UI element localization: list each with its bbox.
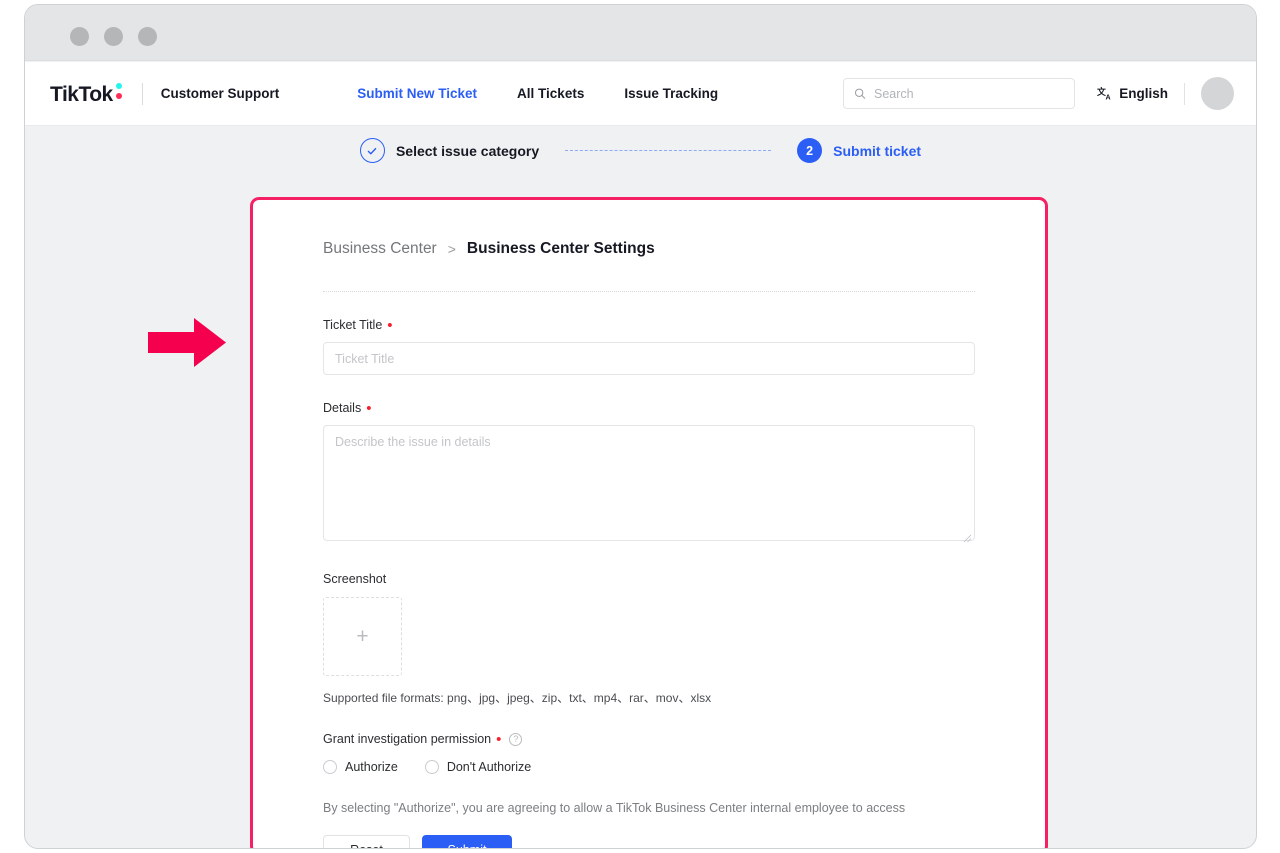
step-submit-ticket[interactable]: 2 Submit ticket xyxy=(797,138,921,163)
supported-formats-note: Supported file formats: png、jpg、jpeg、zip… xyxy=(323,691,712,705)
ticket-title-input[interactable] xyxy=(323,342,975,375)
reset-button[interactable]: Reset xyxy=(323,834,410,848)
screenshot-upload-button[interactable]: + xyxy=(323,597,402,676)
radio-authorize-label: Authorize xyxy=(345,760,398,774)
permission-label: Grant investigation permission xyxy=(323,732,492,746)
translate-icon: 文 A xyxy=(1097,86,1111,101)
field-ticket-title: Ticket Title • xyxy=(323,318,975,375)
check-icon xyxy=(368,147,377,154)
avatar[interactable] xyxy=(1201,77,1234,110)
progress-stepper: Select issue category 2 Submit ticket xyxy=(25,138,1256,163)
step-select-issue-category[interactable]: Select issue category xyxy=(359,138,540,163)
svg-text:A: A xyxy=(1106,93,1111,101)
plus-icon: + xyxy=(356,624,369,648)
window-close-dot[interactable] xyxy=(70,27,89,46)
nav-right-divider xyxy=(1184,82,1185,105)
field-grant-permission: Grant investigation permission • ? Autho… xyxy=(323,732,975,818)
details-label-row: Details • xyxy=(323,400,975,418)
nav-links: Submit New Ticket All Tickets Issue Trac… xyxy=(357,86,718,101)
permission-radio-group: Authorize Don't Authorize xyxy=(323,760,975,774)
search-input[interactable] xyxy=(874,86,1065,101)
section-divider xyxy=(323,291,975,292)
annotation-arrow-icon xyxy=(148,318,226,367)
step-1-label: Select issue category xyxy=(395,142,540,159)
radio-dont-authorize-label: Don't Authorize xyxy=(446,760,532,774)
stepper-connector-line xyxy=(565,150,772,151)
step-2-number: 2 xyxy=(797,138,823,163)
nav-divider xyxy=(141,82,143,105)
nav-item-all-tickets[interactable]: All Tickets xyxy=(517,86,584,101)
search-icon xyxy=(855,88,866,99)
nav-item-issue-tracking[interactable]: Issue Tracking xyxy=(624,86,718,101)
permission-required-mark: • xyxy=(496,731,502,749)
screenshot-label-row: Screenshot xyxy=(323,572,975,586)
app-top-navigation: TikTok Customer Support Submit New Ticke… xyxy=(25,62,1256,126)
consent-text: By selecting "Authorize", you are agreei… xyxy=(323,801,906,815)
radio-authorize-circle xyxy=(323,760,337,774)
field-details: Details • xyxy=(323,401,975,546)
details-textarea[interactable] xyxy=(323,425,975,541)
brand-wordmark: TikTok xyxy=(50,82,113,106)
breadcrumb-current: Business Center Settings xyxy=(466,240,655,257)
help-circle-icon[interactable]: ? xyxy=(509,732,523,746)
language-label: English xyxy=(1119,86,1168,101)
radio-dont-authorize[interactable]: Don't Authorize xyxy=(424,760,532,774)
submit-button[interactable]: Submit xyxy=(422,834,512,848)
screenshot-label: Screenshot xyxy=(323,572,387,586)
tiktok-logo[interactable]: TikTok xyxy=(50,81,124,107)
step-2-label: Submit ticket xyxy=(833,142,922,159)
radio-authorize[interactable]: Authorize xyxy=(323,760,398,774)
details-label: Details xyxy=(323,401,362,415)
nav-item-submit-new-ticket[interactable]: Submit New Ticket xyxy=(357,86,477,101)
form-actions: Reset Submit xyxy=(323,834,975,848)
window-minimize-dot[interactable] xyxy=(104,27,123,46)
breadcrumb-parent[interactable]: Business Center xyxy=(323,240,437,258)
window-maximize-dot[interactable] xyxy=(138,27,157,46)
browser-titlebar xyxy=(25,5,1256,61)
ticket-title-label-row: Ticket Title • xyxy=(323,317,975,335)
ticket-title-label: Ticket Title xyxy=(323,318,383,332)
browser-window: TikTok Customer Support Submit New Ticke… xyxy=(24,4,1257,849)
ticket-title-required-mark: • xyxy=(387,317,393,335)
breadcrumb-separator-icon: > xyxy=(447,241,456,257)
language-selector[interactable]: 文 A English xyxy=(1097,86,1168,102)
product-name: Customer Support xyxy=(160,86,280,101)
permission-label-row: Grant investigation permission • ? xyxy=(323,731,975,749)
screenshot-root: TikTok Customer Support Submit New Ticke… xyxy=(0,0,1280,853)
details-required-mark: • xyxy=(366,400,372,418)
nav-right-cluster: 文 A English xyxy=(843,77,1234,110)
ticket-form-card: Business Center > Business Center Settin… xyxy=(250,197,1048,848)
step-1-status-circle xyxy=(359,138,385,163)
field-screenshot: Screenshot + Supported file formats: png… xyxy=(323,572,975,706)
breadcrumb: Business Center > Business Center Settin… xyxy=(323,228,975,258)
search-box[interactable] xyxy=(843,78,1076,109)
tiktok-logo-colon-icon xyxy=(115,81,124,101)
radio-dont-authorize-circle xyxy=(424,760,439,774)
